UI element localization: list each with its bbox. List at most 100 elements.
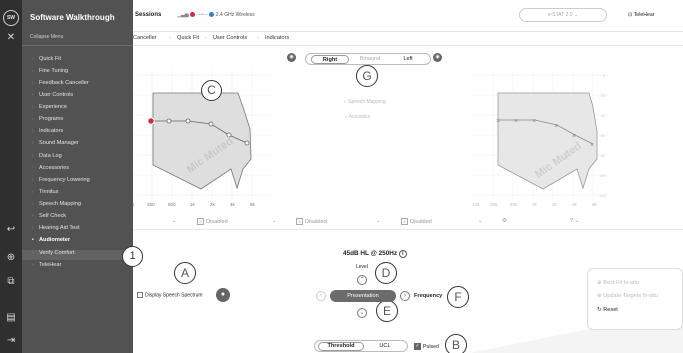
- tab-3-label: Disabled: [305, 218, 327, 225]
- menu-item-speech-mapping[interactable]: › Speech Mapping: [32, 201, 81, 207]
- x-tick: 4k: [572, 202, 577, 207]
- pulsed-toggle[interactable]: ✓ Pulsed: [414, 343, 439, 350]
- tab-2[interactable]: 2 Disabled: [197, 218, 228, 225]
- breadcrumb-item[interactable]: Indicators: [265, 35, 289, 41]
- update-targets-button[interactable]: ⊕ Update Targets In-situ: [597, 293, 658, 299]
- help-icon[interactable]: ? ⌄: [570, 218, 579, 224]
- estat-dropdown[interactable]: e-STAT 2.0 ⌄: [519, 8, 607, 22]
- exit-icon[interactable]: ⇥: [4, 334, 18, 348]
- menu-item-user-controls[interactable]: › User Controls: [32, 92, 73, 98]
- menu-item-telehear[interactable]: › TeleHear: [32, 262, 61, 268]
- menu-item-label: Sound Manager: [39, 140, 79, 146]
- presentation-button[interactable]: Presentation: [330, 290, 396, 302]
- x-tick: 8k: [250, 202, 256, 207]
- frequency-prev-button[interactable]: ‹: [316, 291, 326, 301]
- document-icon[interactable]: ▤: [4, 311, 18, 325]
- menu-item-label: Speech Mapping: [39, 201, 81, 207]
- svg-text:0: 0: [603, 73, 606, 78]
- walkthrough-menu: Software Walkthrough Collapse Menu › Quic…: [22, 0, 133, 353]
- x-tick: 250: [490, 202, 498, 207]
- ear-right-button[interactable]: Right: [311, 55, 349, 64]
- callout-e: E: [376, 300, 398, 322]
- reset-button[interactable]: ↻ Reset: [597, 307, 618, 313]
- support-icon[interactable]: ⊕: [4, 251, 18, 265]
- callout-b: B: [445, 334, 467, 353]
- collapse-menu-button[interactable]: Collapse Menu: [30, 34, 63, 40]
- callout-g: G: [356, 65, 378, 87]
- right-aid-dot: [189, 12, 195, 18]
- menu-item-indicators[interactable]: › Indicators: [32, 128, 64, 134]
- menu-bullet-icon: ›: [32, 80, 34, 86]
- menu-item-sound-manager[interactable]: › Sound Manager: [32, 140, 79, 146]
- breadcrumb-separator: ›: [257, 35, 259, 41]
- x-tick: 250: [147, 202, 155, 207]
- sessions-label[interactable]: Sessions: [135, 12, 161, 18]
- menu-item-feedback-canceller[interactable]: › Feedback Canceller: [32, 80, 89, 86]
- pulsed-label: Pulsed: [423, 343, 439, 350]
- menu-bullet-icon: ›: [32, 153, 34, 159]
- wireless-status: ▁▃▅ —•— 2.4 GHz Wireless: [177, 12, 255, 18]
- menu-bullet-icon: ›: [32, 213, 34, 219]
- check-icon[interactable]: ✓: [414, 343, 421, 350]
- menu-item-accessories[interactable]: › Accessories: [32, 165, 69, 171]
- tab-chevron-2[interactable]: ⌄: [272, 218, 277, 224]
- display-speech-spectrum[interactable]: Display Speech Spectrum: [137, 292, 203, 298]
- breadcrumb-item[interactable]: User Controls: [213, 35, 247, 41]
- wireless-label: 2.4 GHz Wireless: [215, 12, 255, 18]
- level-down-button[interactable]: ⌄: [357, 308, 367, 318]
- menu-item-frequency-lowering[interactable]: › Frequency Lowering: [32, 177, 90, 183]
- menu-bullet-icon: ›: [32, 225, 34, 231]
- breadcrumb-separator: ›: [169, 35, 171, 41]
- svg-text:×: ×: [590, 142, 594, 149]
- screen-share-icon[interactable]: ⧉: [4, 275, 18, 289]
- close-icon[interactable]: ✕: [4, 31, 18, 45]
- mute-right-icon[interactable]: ◉: [287, 53, 296, 62]
- mute-left-icon[interactable]: ◉: [433, 53, 442, 62]
- svg-text:40: 40: [601, 113, 606, 118]
- menu-item-fine-tuning[interactable]: › Fine Tuning: [32, 68, 68, 74]
- reset-label: Reset: [603, 307, 618, 313]
- level-up-button[interactable]: ⌃: [357, 275, 367, 285]
- selected-threshold-point[interactable]: [147, 117, 155, 125]
- info-icon[interactable]: i: [398, 250, 407, 258]
- threshold-button[interactable]: Threshold: [318, 342, 364, 351]
- menu-bullet-icon: ›: [32, 250, 34, 256]
- breadcrumb-item[interactable]: Quick Fit: [177, 35, 199, 41]
- tab-4[interactable]: 4 Disabled: [401, 218, 432, 225]
- menu-item-data-log[interactable]: › Data Log: [32, 153, 62, 159]
- frequency-next-button[interactable]: ›: [400, 291, 410, 301]
- menu-item-self-check[interactable]: › Self Check: [32, 213, 66, 219]
- menu-item-experience[interactable]: › Experience: [32, 104, 67, 110]
- display-speech-checkbox[interactable]: [137, 292, 143, 298]
- ear-binaural-button[interactable]: Binaural: [352, 55, 388, 64]
- tab-chevron-4[interactable]: ⌄: [478, 218, 483, 224]
- best-fit-button[interactable]: ⊕ Best Fit In-situ: [597, 280, 639, 286]
- tab-chevron-3[interactable]: ⌄: [376, 218, 381, 224]
- back-arrow-icon[interactable]: ↩: [4, 223, 18, 237]
- telehear-button[interactable]: ⊡ TeleHear: [628, 12, 654, 18]
- tab-3[interactable]: 3 Disabled: [296, 218, 327, 225]
- ear-left-button[interactable]: Left: [390, 55, 426, 64]
- menu-item-audiometer[interactable]: • Audiometer: [32, 237, 70, 243]
- settings-icon[interactable]: ⚙: [502, 218, 507, 224]
- best-fit-label: Best Fit In-situ: [603, 280, 639, 286]
- tab-2-label: Disabled: [206, 218, 228, 225]
- menu-item-label: Quick Fit: [39, 56, 62, 62]
- telehear-label: TeleHear: [633, 12, 655, 18]
- speech-spectrum-icon[interactable]: ●: [216, 288, 230, 302]
- breadcrumb-item[interactable]: Canceller: [133, 35, 157, 41]
- update-targets-label: Update Targets In-situ: [603, 293, 658, 299]
- tab-3-number: 3: [296, 218, 303, 225]
- menu-item-label: Indicators: [39, 128, 64, 134]
- menu-bullet-icon: ›: [32, 140, 34, 146]
- menu-item-label: Programs: [39, 116, 64, 122]
- svg-text:120: 120: [599, 193, 606, 198]
- menu-item-verify-comfort[interactable]: › Verify Comfort: [32, 250, 74, 256]
- menu-item-quick-fit[interactable]: › Quick Fit: [32, 56, 62, 62]
- ucl-button[interactable]: UCL: [367, 342, 403, 351]
- menu-item-programs[interactable]: › Programs: [32, 116, 64, 122]
- menu-item-hearing-aid-test[interactable]: › Hearing Aid Test: [32, 225, 80, 231]
- signal-icon: ▁▃▅: [177, 12, 189, 18]
- tab-chevron-1[interactable]: ⌄: [172, 218, 177, 224]
- menu-item-tinnitus[interactable]: › Tinnitus: [32, 189, 58, 195]
